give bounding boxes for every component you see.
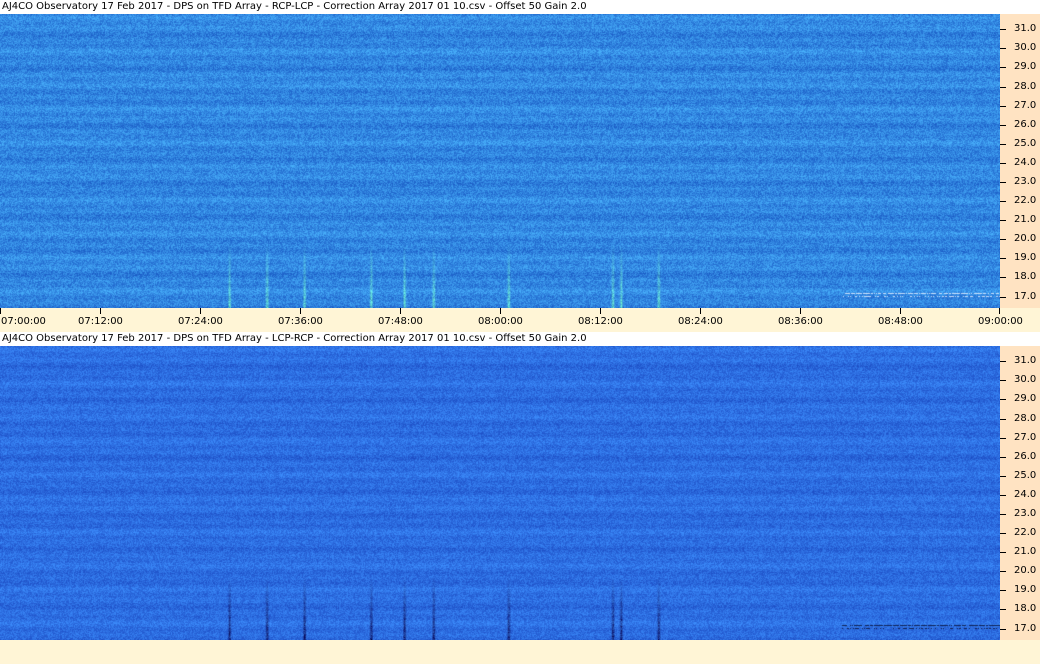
y-tick <box>1000 457 1006 458</box>
x-tick-label: 07:00:00 <box>1 316 46 328</box>
y-tick <box>1000 571 1006 572</box>
y-tick-label: 29.0 <box>1014 393 1036 405</box>
y-tick-label: 24.0 <box>1014 489 1036 501</box>
y-tick <box>1000 476 1006 477</box>
y-tick-label: 25.0 <box>1014 470 1036 482</box>
x-tick-label: 08:24:00 <box>678 316 723 328</box>
y-tick-label: 18.0 <box>1014 271 1036 283</box>
y-tick <box>1000 419 1006 420</box>
y-tick <box>1000 629 1006 630</box>
x-tick <box>100 308 101 314</box>
y-tick <box>1000 533 1006 534</box>
y-tick-label: 23.0 <box>1014 176 1036 188</box>
y-tick <box>1000 67 1006 68</box>
y-tick <box>1000 182 1006 183</box>
y-tick <box>1000 201 1006 202</box>
x-tick-label: 07:48:00 <box>378 316 423 328</box>
y-tick <box>1000 514 1006 515</box>
y-tick <box>1000 48 1006 49</box>
y-tick <box>1000 125 1006 126</box>
x-tick <box>300 308 301 314</box>
y-tick <box>1000 297 1006 298</box>
y-axis: 31.0 30.0 29.0 28.0 27.0 26.0 25.0 24.0 23.0 22.0… <box>1000 346 1040 640</box>
y-tick-label: 24.0 <box>1014 157 1036 169</box>
x-axis <box>0 640 1040 662</box>
spectrogram-panel-bottom: AJ4CO Observatory 17 Feb 2017 - DPS on T… <box>0 332 1040 662</box>
x-tick-label: 08:48:00 <box>878 316 923 328</box>
y-tick-label: 26.0 <box>1014 451 1036 463</box>
spectrogram-plot <box>0 346 1000 640</box>
x-tick-label: 08:12:00 <box>578 316 623 328</box>
x-tick-label: 07:24:00 <box>178 316 223 328</box>
x-tick <box>900 308 901 314</box>
spectrogram-canvas <box>0 14 1000 308</box>
y-tick-label: 17.0 <box>1014 291 1036 303</box>
x-tick-label: 07:12:00 <box>78 316 123 328</box>
x-tick <box>800 308 801 314</box>
spectrogram-plot <box>0 14 1000 308</box>
y-tick <box>1000 552 1006 553</box>
y-tick-label: 21.0 <box>1014 546 1036 558</box>
y-tick <box>1000 609 1006 610</box>
x-tick <box>200 308 201 314</box>
x-tick-label: 07:36:00 <box>278 316 323 328</box>
y-tick-label: 29.0 <box>1014 61 1036 73</box>
x-tick-label: 09:00:00 <box>978 316 1023 328</box>
x-tick-label: 08:36:00 <box>778 316 823 328</box>
y-tick <box>1000 29 1006 30</box>
y-tick-label: 17.0 <box>1014 623 1036 635</box>
y-tick-label: 30.0 <box>1014 374 1036 386</box>
y-tick-label: 28.0 <box>1014 413 1036 425</box>
y-tick-label: 31.0 <box>1014 23 1036 35</box>
y-tick <box>1000 380 1006 381</box>
y-tick <box>1000 144 1006 145</box>
x-tick <box>700 308 701 314</box>
y-tick-label: 20.0 <box>1014 565 1036 577</box>
y-tick <box>1000 106 1006 107</box>
y-tick-label: 26.0 <box>1014 119 1036 131</box>
y-tick <box>1000 277 1006 278</box>
y-tick-label: 27.0 <box>1014 100 1036 112</box>
y-tick <box>1000 495 1006 496</box>
panel-title: AJ4CO Observatory 17 Feb 2017 - DPS on T… <box>0 0 1040 14</box>
y-tick-label: 31.0 <box>1014 355 1036 367</box>
y-tick-label: 19.0 <box>1014 252 1036 264</box>
x-tick <box>999 308 1000 314</box>
y-tick <box>1000 163 1006 164</box>
spectrogram-canvas <box>0 346 1000 640</box>
y-tick-label: 18.0 <box>1014 603 1036 615</box>
y-tick-label: 20.0 <box>1014 233 1036 245</box>
y-tick-label: 27.0 <box>1014 432 1036 444</box>
y-tick-label: 25.0 <box>1014 138 1036 150</box>
y-tick-label: 28.0 <box>1014 81 1036 93</box>
y-tick <box>1000 590 1006 591</box>
y-tick <box>1000 87 1006 88</box>
x-tick-label: 08:00:00 <box>478 316 523 328</box>
spectrogram-panel-top: AJ4CO Observatory 17 Feb 2017 - DPS on T… <box>0 0 1040 330</box>
y-tick-label: 23.0 <box>1014 508 1036 520</box>
y-tick <box>1000 220 1006 221</box>
y-tick <box>1000 239 1006 240</box>
y-tick <box>1000 438 1006 439</box>
x-tick <box>0 308 1 314</box>
x-tick <box>600 308 601 314</box>
y-tick <box>1000 399 1006 400</box>
panel-title: AJ4CO Observatory 17 Feb 2017 - DPS on T… <box>0 332 1040 346</box>
x-tick <box>400 308 401 314</box>
y-tick-label: 22.0 <box>1014 527 1036 539</box>
y-tick-label: 21.0 <box>1014 214 1036 226</box>
y-tick <box>1000 361 1006 362</box>
y-tick-label: 19.0 <box>1014 584 1036 596</box>
x-tick <box>500 308 501 314</box>
y-tick-label: 22.0 <box>1014 195 1036 207</box>
x-axis: 07:00:00 07:12:00 07:24:00 07:36:00 07:48:00… <box>0 308 1040 330</box>
y-axis: 31.0 30.0 29.0 28.0 27.0 26.0 25.0 24.0 23.0 22.0… <box>1000 14 1040 308</box>
y-tick <box>1000 258 1006 259</box>
y-tick-label: 30.0 <box>1014 42 1036 54</box>
